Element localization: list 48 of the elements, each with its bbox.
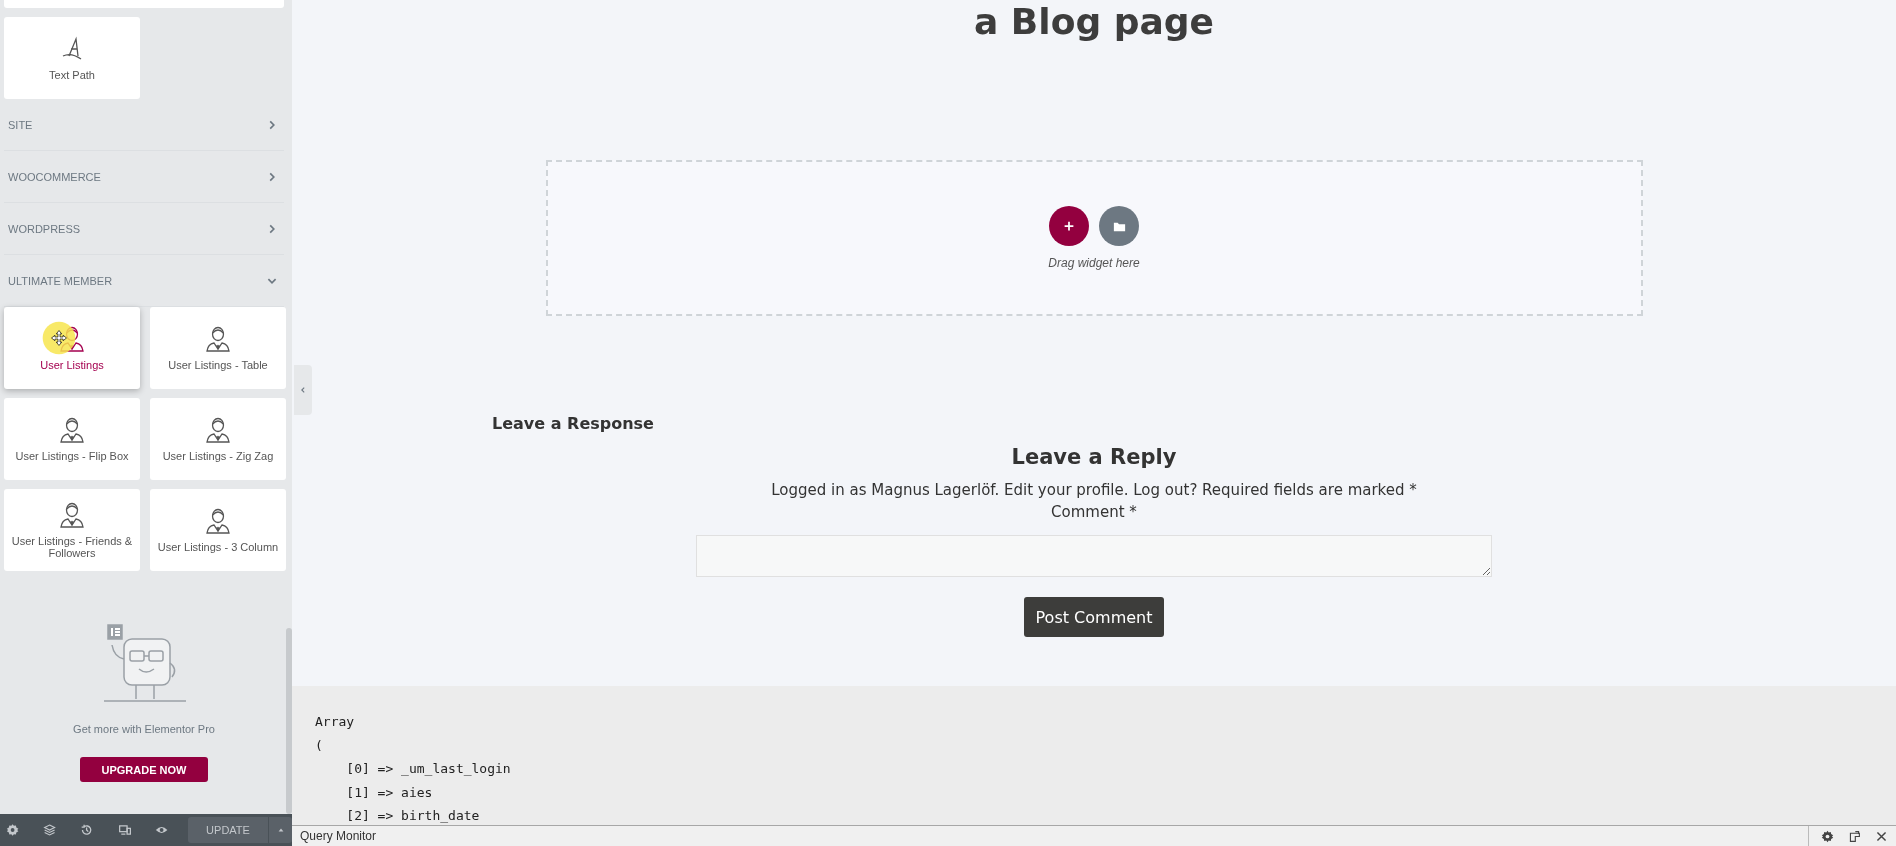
caret-up-icon — [276, 826, 285, 834]
user-icon — [203, 415, 233, 446]
logged-in-text: Logged in as Magnus Lagerlöf. Edit your profile. Log out? Required fields are marked * — [771, 481, 1417, 499]
drop-zone[interactable]: Drag widget here — [545, 160, 1643, 316]
code-line: Array — [315, 713, 356, 731]
template-library-button[interactable] — [1099, 206, 1139, 246]
reply-title: Leave a Reply — [1011, 445, 1177, 469]
code-line: [0] => _um_last_login — [345, 760, 512, 778]
history-icon[interactable] — [80, 823, 94, 837]
add-section-button[interactable] — [1049, 206, 1089, 246]
post-comment-button[interactable]: Post Comment — [1023, 597, 1165, 637]
page-title: a Blog page — [974, 0, 1214, 44]
category-header[interactable]: WORDPRESS — [4, 203, 284, 255]
drop-hint: Drag widget here — [1048, 256, 1140, 270]
widget-card[interactable]: User Listings - 3 Column — [150, 489, 286, 571]
query-monitor-title: Query Monitor — [300, 829, 377, 843]
user-icon — [203, 324, 233, 355]
promo-text: Get more with Elementor Pro — [73, 723, 215, 735]
widget-card[interactable]: User Listings - Flip Box — [4, 398, 140, 480]
widget-card[interactable]: User Listings - Friends & Followers — [4, 489, 140, 571]
settings-icon[interactable] — [6, 823, 20, 837]
layers-icon[interactable] — [43, 823, 57, 837]
user-icon — [57, 415, 87, 446]
user-icon — [57, 500, 87, 531]
responsive-icon[interactable] — [117, 823, 131, 837]
scrollbar[interactable] — [286, 628, 292, 814]
settings-icon[interactable] — [1821, 829, 1834, 843]
comment-field[interactable] — [696, 535, 1492, 577]
code-line: [2] => birth_date — [345, 807, 481, 825]
code-line: [1] => aies — [345, 783, 434, 802]
code-line: ( — [315, 736, 324, 755]
widget-card[interactable]: User Listings - Table — [150, 307, 286, 389]
chevron-left-icon — [299, 386, 307, 394]
section-heading: Leave a Response — [492, 414, 654, 433]
panel-collapse-handle[interactable] — [294, 365, 312, 415]
close-icon[interactable] — [1875, 829, 1888, 843]
widget-card[interactable]: Text Path — [4, 17, 140, 99]
move-cursor-icon — [42, 321, 76, 355]
widget-card[interactable]: User Listings — [4, 307, 140, 389]
widget-card[interactable]: User Listings - Zig Zag — [150, 398, 286, 480]
upgrade-button[interactable]: UPGRADE NOW — [80, 757, 208, 782]
dock-icon[interactable] — [1848, 829, 1861, 843]
plus-icon — [1062, 219, 1076, 233]
category-header[interactable]: WOOCOMMERCE — [4, 151, 284, 203]
update-button[interactable]: UPDATE — [188, 817, 268, 843]
category-header[interactable]: SITE — [4, 99, 284, 151]
comment-label: Comment * — [1051, 503, 1137, 521]
user-icon — [203, 506, 233, 537]
